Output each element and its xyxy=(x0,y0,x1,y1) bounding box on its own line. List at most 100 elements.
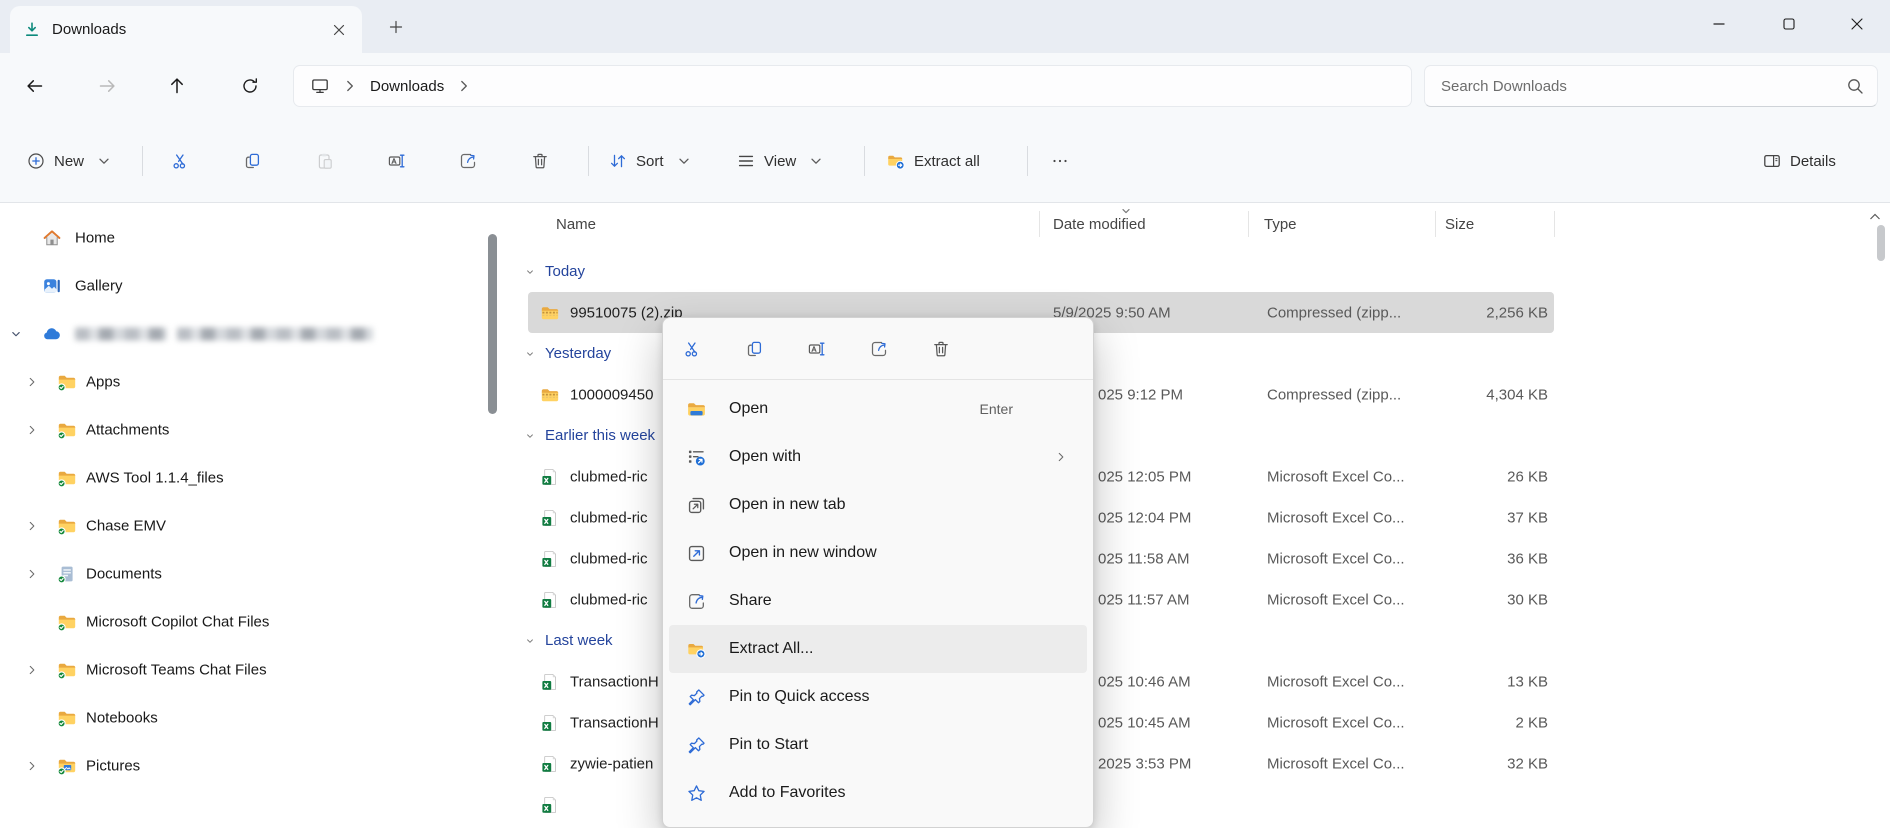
menu-item-open-in-new-tab[interactable]: Open in new tab xyxy=(669,481,1087,529)
file-size: 37 KB xyxy=(1507,509,1548,526)
column-header-type[interactable]: Type xyxy=(1264,203,1297,245)
scrollbar-up-icon[interactable] xyxy=(1865,207,1885,227)
sidebar-item-attachments[interactable]: Attachments xyxy=(0,406,505,454)
file-type: Microsoft Excel Co... xyxy=(1267,591,1405,608)
excel-file-icon xyxy=(540,713,560,733)
copy-button[interactable] xyxy=(233,141,273,181)
sidebar-item-pictures[interactable]: Pictures xyxy=(0,742,505,790)
chevron-down-icon[interactable] xyxy=(8,326,24,342)
back-button[interactable] xyxy=(14,65,56,107)
breadcrumb[interactable]: Downloads xyxy=(293,65,1412,107)
menu-item-open-in-new-window[interactable]: Open in new window xyxy=(669,529,1087,577)
sidebar-scrollbar-thumb[interactable] xyxy=(488,234,497,414)
file-name: 1000009450 xyxy=(570,386,654,403)
window-minimize-button[interactable] xyxy=(1690,0,1748,48)
sidebar-item-documents[interactable]: Documents xyxy=(0,550,505,598)
up-button[interactable] xyxy=(156,65,198,107)
menu-item-extract-all[interactable]: Extract All... xyxy=(669,625,1087,673)
newwindow-icon xyxy=(677,543,715,564)
column-header-name[interactable]: Name xyxy=(556,203,596,245)
group-header-today[interactable]: Today xyxy=(520,251,1890,292)
file-size: 30 KB xyxy=(1507,591,1548,608)
chevron-down-icon[interactable] xyxy=(522,264,538,280)
view-button[interactable]: View xyxy=(726,141,836,181)
breadcrumb-chevron-icon[interactable] xyxy=(454,76,474,96)
search-input[interactable] xyxy=(1441,77,1845,95)
sidebar-item-gallery[interactable]: Gallery xyxy=(0,262,505,310)
chevron-down-icon[interactable] xyxy=(522,633,538,649)
sidebar-item-chase-emv[interactable]: Chase EMV xyxy=(0,502,505,550)
list-scrollbar-thumb[interactable] xyxy=(1877,225,1885,261)
file-type: Microsoft Excel Co... xyxy=(1267,714,1405,731)
delete-button[interactable] xyxy=(923,331,959,367)
menu-item-share[interactable]: Share xyxy=(669,577,1087,625)
cut-button[interactable] xyxy=(675,331,711,367)
column-header-size[interactable]: Size xyxy=(1445,203,1474,245)
file-date-modified: 025 10:46 AM xyxy=(1098,673,1191,690)
menu-item-open[interactable]: Open Enter xyxy=(669,385,1087,433)
close-icon xyxy=(1847,14,1867,34)
delete-button[interactable] xyxy=(520,141,560,181)
folder-icon xyxy=(57,468,77,488)
share-button[interactable] xyxy=(861,331,897,367)
chevron-right-icon[interactable] xyxy=(24,758,40,774)
column-separator[interactable] xyxy=(1248,211,1249,237)
share-icon xyxy=(458,151,478,171)
folder-icon xyxy=(57,660,77,680)
sidebar-item-home[interactable]: Home xyxy=(0,214,505,262)
column-separator[interactable] xyxy=(1554,211,1555,237)
sidebar-item-onedrive-redacted[interactable] xyxy=(0,310,505,358)
new-button[interactable]: New xyxy=(16,141,124,181)
details-button[interactable]: Details xyxy=(1752,141,1846,181)
sidebar-item-notebooks[interactable]: Notebooks xyxy=(0,694,505,742)
chevron-right-icon[interactable] xyxy=(24,518,40,534)
sidebar-item-microsoft-teams-chat-files[interactable]: Microsoft Teams Chat Files xyxy=(0,646,505,694)
window-close-button[interactable] xyxy=(1828,0,1886,48)
sidebar-item-microsoft-copilot-chat-files[interactable]: Microsoft Copilot Chat Files xyxy=(0,598,505,646)
chevron-right-icon[interactable] xyxy=(24,374,40,390)
rename-button[interactable] xyxy=(377,141,417,181)
paste-button[interactable] xyxy=(305,141,345,181)
file-name: clubmed-ric xyxy=(570,591,648,608)
chevron-down-icon[interactable] xyxy=(522,428,538,444)
maximize-icon xyxy=(1779,14,1799,34)
see-more-button[interactable] xyxy=(1040,141,1080,181)
file-date-modified: 025 12:05 PM xyxy=(1098,468,1192,485)
rename-button[interactable] xyxy=(799,331,835,367)
extract-all-button[interactable]: Extract all xyxy=(876,141,990,181)
folder-icon xyxy=(57,612,77,632)
this-pc-icon[interactable] xyxy=(310,76,330,96)
chevron-down-icon[interactable] xyxy=(522,346,538,362)
menu-item-open-with[interactable]: Open with xyxy=(669,433,1087,481)
sort-button[interactable]: Sort xyxy=(598,141,704,181)
tab-close-icon[interactable] xyxy=(328,19,350,41)
breadcrumb-segment-downloads[interactable]: Downloads xyxy=(370,78,444,95)
cut-button[interactable] xyxy=(161,141,201,181)
menu-item-label: Pin to Quick access xyxy=(729,688,870,705)
file-date-modified: 025 9:12 PM xyxy=(1098,386,1184,403)
chevron-right-icon[interactable] xyxy=(24,662,40,678)
column-header-date-modified[interactable]: Date modified xyxy=(1053,203,1146,245)
forward-icon xyxy=(97,76,117,96)
sidebar-item-aws-tool-1-1-4-files[interactable]: AWS Tool 1.1.4_files xyxy=(0,454,505,502)
breadcrumb-chevron-icon[interactable] xyxy=(340,76,360,96)
share-button[interactable] xyxy=(448,141,488,181)
refresh-button[interactable] xyxy=(229,65,271,107)
menu-item-shortcut: Enter xyxy=(979,401,1013,417)
forward-button[interactable] xyxy=(86,65,128,107)
new-tab-button[interactable] xyxy=(384,15,408,39)
copy-button[interactable] xyxy=(737,331,773,367)
explorer-tab-downloads[interactable]: Downloads xyxy=(10,6,362,53)
menu-item-add-to-favorites[interactable]: Add to Favorites xyxy=(669,769,1087,817)
chevron-right-icon[interactable] xyxy=(24,422,40,438)
file-size: 4,304 KB xyxy=(1486,386,1548,403)
window-maximize-button[interactable] xyxy=(1760,0,1818,48)
menu-item-pin-to-start[interactable]: Pin to Start xyxy=(669,721,1087,769)
menu-item-label: Open xyxy=(729,400,769,417)
sidebar-item-apps[interactable]: Apps xyxy=(0,358,505,406)
column-separator[interactable] xyxy=(1039,211,1040,237)
column-separator[interactable] xyxy=(1435,211,1436,237)
search-box[interactable] xyxy=(1424,65,1878,107)
chevron-right-icon[interactable] xyxy=(24,566,40,582)
menu-item-pin-to-quick-access[interactable]: Pin to Quick access xyxy=(669,673,1087,721)
